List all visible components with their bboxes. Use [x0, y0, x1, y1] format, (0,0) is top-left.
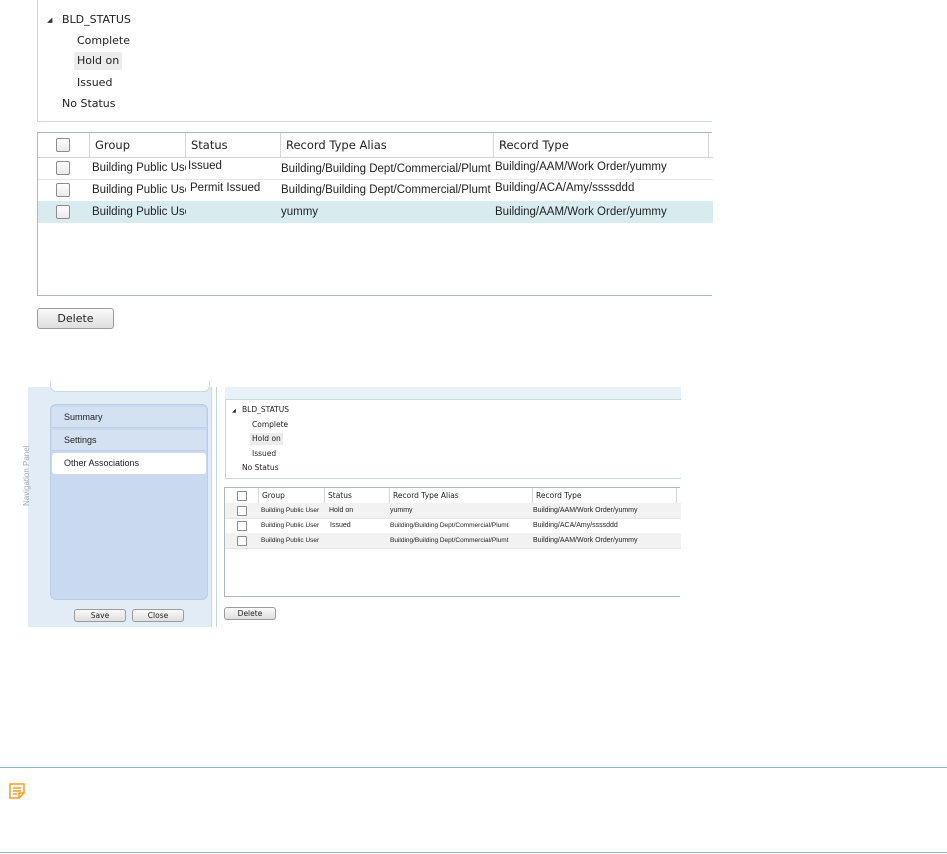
record-type-cell: Building/AAM/Work Order/yummy — [533, 507, 638, 514]
alias-cell: yummy — [390, 507, 413, 514]
tree-node-bld-status[interactable]: BLD_STATUS — [242, 405, 289, 415]
row-checkbox[interactable] — [56, 161, 70, 175]
tree-node-complete[interactable]: Complete — [77, 34, 130, 48]
row-checkbox[interactable] — [56, 183, 70, 197]
header-group[interactable]: Group — [259, 488, 325, 503]
row-checkbox[interactable] — [237, 521, 247, 531]
header-record-type-alias[interactable]: Record Type Alias — [281, 133, 494, 157]
status-tree-panel: ◢ BLD_STATUS Complete Hold on Issued No … — [225, 399, 681, 479]
nav-item-summary[interactable]: Summary — [52, 407, 206, 428]
table-header: Group Status Record Type Alias Record Ty… — [38, 133, 713, 158]
alias-cell: Building/Building Dept/Commercial/Plumt — [390, 537, 509, 544]
table-row[interactable]: Building Public User Building/Building D… — [225, 533, 681, 549]
navigation-panel-label: Navigation Panel — [22, 445, 31, 506]
association-table: Group Status Record Type Alias Record Ty… — [37, 132, 713, 296]
status-cell: Permit Issued — [190, 182, 261, 194]
group-cell: Building Public User — [261, 537, 320, 544]
nav-item-other-associations[interactable]: Other Associations — [52, 453, 206, 474]
alias-cell: Building/Building Dept/Commercial/Plumt — [281, 184, 491, 196]
record-type-cell: Building/AAM/Work Order/yummy — [495, 161, 667, 173]
table-row[interactable]: Building Public User Permit Issued Build… — [38, 179, 713, 202]
group-cell: Building Public User — [261, 507, 320, 514]
tree-node-issued[interactable]: Issued — [252, 449, 276, 459]
table-row[interactable]: Building Public User Issued Building/Bui… — [225, 518, 681, 534]
header-group[interactable]: Group — [90, 133, 186, 157]
header-record-type[interactable]: Record Type — [533, 488, 677, 503]
group-cell: Building Public User — [92, 206, 186, 218]
header-record-type[interactable]: Record Type — [494, 133, 709, 157]
nav-item-settings[interactable]: Settings — [52, 430, 206, 451]
save-button[interactable]: Save — [74, 609, 126, 622]
alias-cell: Building/Building Dept/Commercial/Plumt — [281, 163, 491, 175]
status-cell — [329, 533, 389, 548]
status-cell: Hold on — [329, 507, 354, 514]
row-checkbox[interactable] — [237, 506, 247, 516]
header-status[interactable]: Status — [186, 133, 281, 157]
association-table: Group Status Record Type Alias Record Ty… — [224, 487, 681, 597]
row-checkbox[interactable] — [56, 205, 70, 219]
table-row-selected[interactable]: Building Public User yummy Building/AAM/… — [38, 201, 713, 223]
record-type-cell: Building/ACA/Amy/ssssddd — [495, 182, 635, 194]
delete-button[interactable]: Delete — [37, 308, 114, 329]
header-select-all-cell — [38, 133, 90, 157]
note-icon — [8, 782, 26, 804]
status-cell: Issued — [330, 522, 351, 529]
nav-top-box — [50, 381, 210, 392]
select-all-checkbox[interactable] — [56, 138, 70, 152]
group-cell: Building Public User — [92, 162, 186, 174]
note-box — [0, 767, 947, 853]
header-status[interactable]: Status — [325, 488, 390, 503]
close-button[interactable]: Close — [132, 609, 184, 622]
record-type-cell: Building/AAM/Work Order/yummy — [533, 537, 638, 544]
status-cell — [188, 201, 278, 223]
tree-node-hold-on[interactable]: Hold on — [250, 433, 283, 445]
alias-cell: Building/Building Dept/Commercial/Plumt — [390, 522, 509, 529]
tree-node-no-status[interactable]: No Status — [242, 463, 278, 473]
tree-node-no-status[interactable]: No Status — [62, 97, 116, 111]
delete-button[interactable]: Delete — [224, 607, 276, 620]
table-header: Group Status Record Type Alias Record Ty… — [225, 488, 681, 504]
header-record-type-alias[interactable]: Record Type Alias — [390, 488, 533, 503]
record-type-cell: Building/ACA/Amy/ssssddd — [533, 522, 618, 529]
select-all-checkbox[interactable] — [237, 491, 247, 501]
tree-node-complete[interactable]: Complete — [252, 420, 288, 430]
tree-expand-icon[interactable]: ◢ — [47, 13, 52, 27]
tree-node-bld-status[interactable]: BLD_STATUS — [62, 13, 131, 27]
tree-node-issued[interactable]: Issued — [77, 76, 112, 90]
header-select-all-cell — [225, 488, 259, 503]
alias-cell: yummy — [281, 206, 319, 218]
tree-expand-icon[interactable]: ◢ — [232, 406, 236, 416]
table-row[interactable]: Building Public User Hold on yummy Build… — [225, 503, 681, 519]
status-tree-panel: ◢ BLD_STATUS Complete Hold on Issued No … — [37, 0, 712, 122]
group-cell: Building Public User — [261, 522, 320, 529]
tree-node-hold-on[interactable]: Hold on — [74, 52, 123, 70]
row-checkbox[interactable] — [237, 536, 247, 546]
status-cell: Issued — [188, 160, 222, 172]
record-type-cell: Building/AAM/Work Order/yummy — [495, 206, 667, 218]
group-cell: Building Public User — [92, 184, 186, 196]
